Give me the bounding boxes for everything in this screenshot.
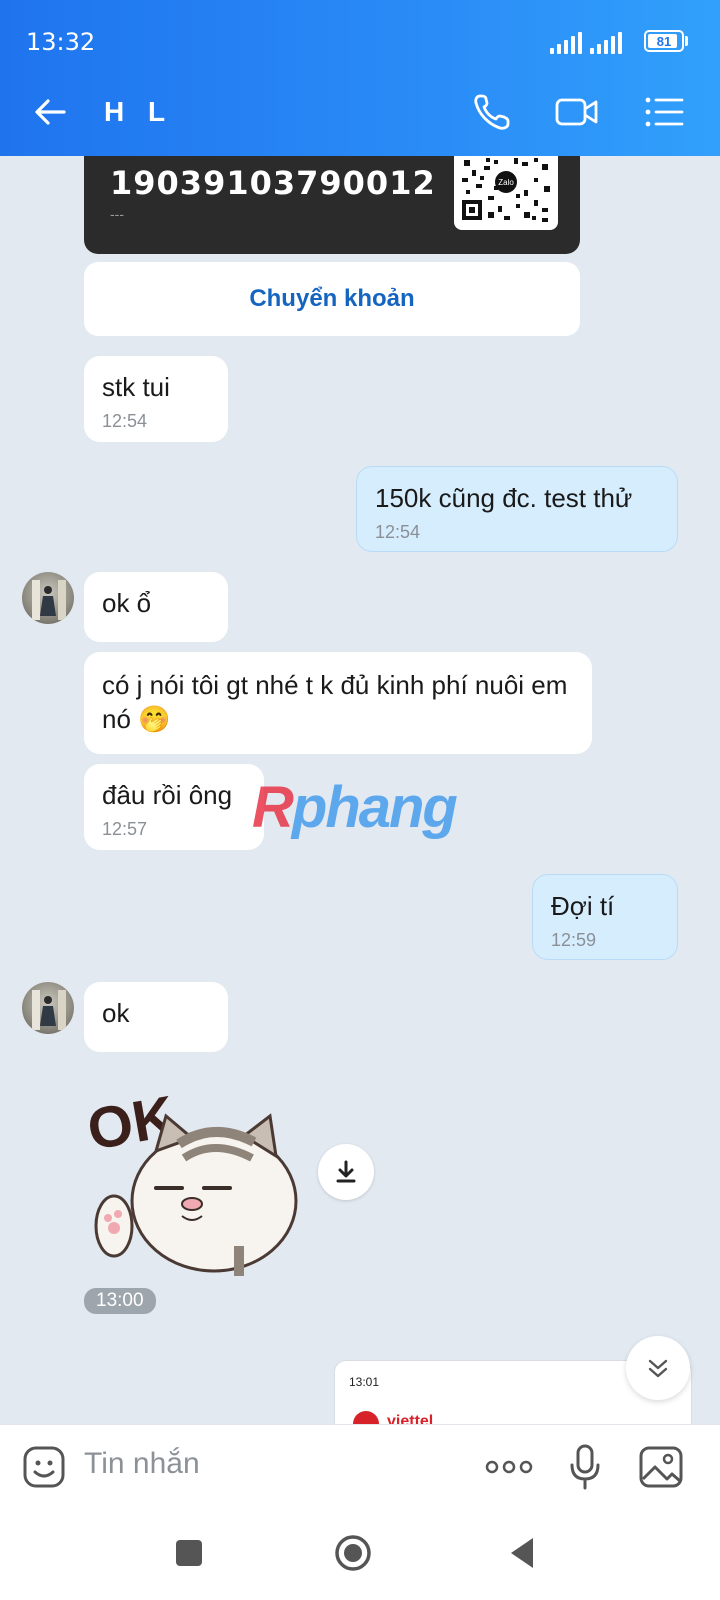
account-subtext: --- [110, 206, 124, 222]
watermark-rest: phang [291, 775, 458, 840]
signal-2-icon [590, 32, 622, 54]
chat-area[interactable]: 19039103790012 --- Zalo Chuyển khoản stk… [0, 156, 720, 1424]
double-chevron-down-icon [648, 1359, 668, 1378]
viettel-logo [353, 1411, 379, 1424]
transfer-button[interactable]: Chuyển khoản [84, 262, 580, 336]
message-text: ok [102, 998, 130, 1028]
back-arrow-icon[interactable] [30, 92, 70, 132]
microphone-icon[interactable] [568, 1443, 602, 1491]
battery-icon: 81 [644, 30, 684, 52]
download-icon [336, 1160, 356, 1183]
scroll-to-bottom-button[interactable] [626, 1336, 690, 1400]
message-time: 12:59 [551, 930, 597, 950]
sticker-emoji-icon[interactable] [22, 1445, 66, 1489]
message-time: 12:57 [102, 819, 148, 839]
message-text: Đợi tí [551, 891, 615, 921]
message-text: ok ổ [102, 588, 152, 618]
message-received[interactable]: ok [84, 982, 228, 1052]
status-time: 13:32 [26, 28, 96, 56]
contact-avatar[interactable] [22, 982, 74, 1034]
video-call-icon[interactable] [553, 88, 601, 136]
shot-brand: viettel [387, 1413, 434, 1424]
contact-name[interactable]: H L [104, 96, 173, 128]
message-time: 12:54 [102, 411, 148, 431]
recent-apps-button[interactable] [176, 1540, 202, 1566]
message-received[interactable]: stk tui 12:54 [84, 356, 228, 442]
qr-brand: Zalo [498, 178, 514, 187]
battery-tip [685, 36, 688, 46]
message-received[interactable]: ok ổ [84, 572, 228, 642]
message-time: 12:54 [375, 522, 421, 542]
more-options-icon[interactable] [484, 1455, 534, 1479]
message-text: đâu rồi ông [102, 780, 233, 810]
account-number: 19039103790012 [110, 164, 436, 202]
message-input[interactable]: Tin nhắn [84, 1447, 200, 1481]
message-sent[interactable]: 150k cũng đc. test thử 12:54 [356, 466, 678, 552]
message-text: stk tui [102, 372, 170, 402]
qr-code[interactable]: Zalo [454, 156, 558, 230]
message-text: 150k cũng đc. test thử [375, 483, 633, 513]
message-received[interactable]: đâu rồi ông 12:57 [84, 764, 264, 850]
signal-1-icon [550, 32, 582, 54]
watermark-logo: Rphang [252, 774, 458, 841]
message-composer: Tin nhắn [0, 1424, 720, 1509]
contact-avatar[interactable] [22, 572, 74, 624]
cat-ok-sticker[interactable]: OK [84, 1076, 304, 1286]
shot-status-time: 13:01 [349, 1375, 380, 1389]
image-gallery-icon[interactable] [638, 1445, 684, 1489]
home-button[interactable] [334, 1534, 372, 1572]
message-text: có j nói tôi gt nhé t k đủ kinh phí nuôi… [102, 670, 568, 734]
message-sent[interactable]: Đợi tí 12:59 [532, 874, 678, 960]
menu-list-icon[interactable] [640, 88, 688, 136]
sticker-time: 13:00 [84, 1288, 156, 1314]
message-received[interactable]: có j nói tôi gt nhé t k đủ kinh phí nuôi… [84, 652, 592, 754]
watermark-r: R [252, 775, 294, 840]
android-navigation-bar [0, 1508, 720, 1600]
battery-level: 81 [656, 33, 672, 49]
download-button[interactable] [318, 1144, 374, 1200]
back-button[interactable] [508, 1536, 536, 1570]
bank-account-card[interactable]: 19039103790012 --- Zalo [84, 156, 580, 254]
phone-call-icon[interactable] [468, 88, 516, 136]
top-bar: 13:32 81 H L [0, 0, 720, 156]
